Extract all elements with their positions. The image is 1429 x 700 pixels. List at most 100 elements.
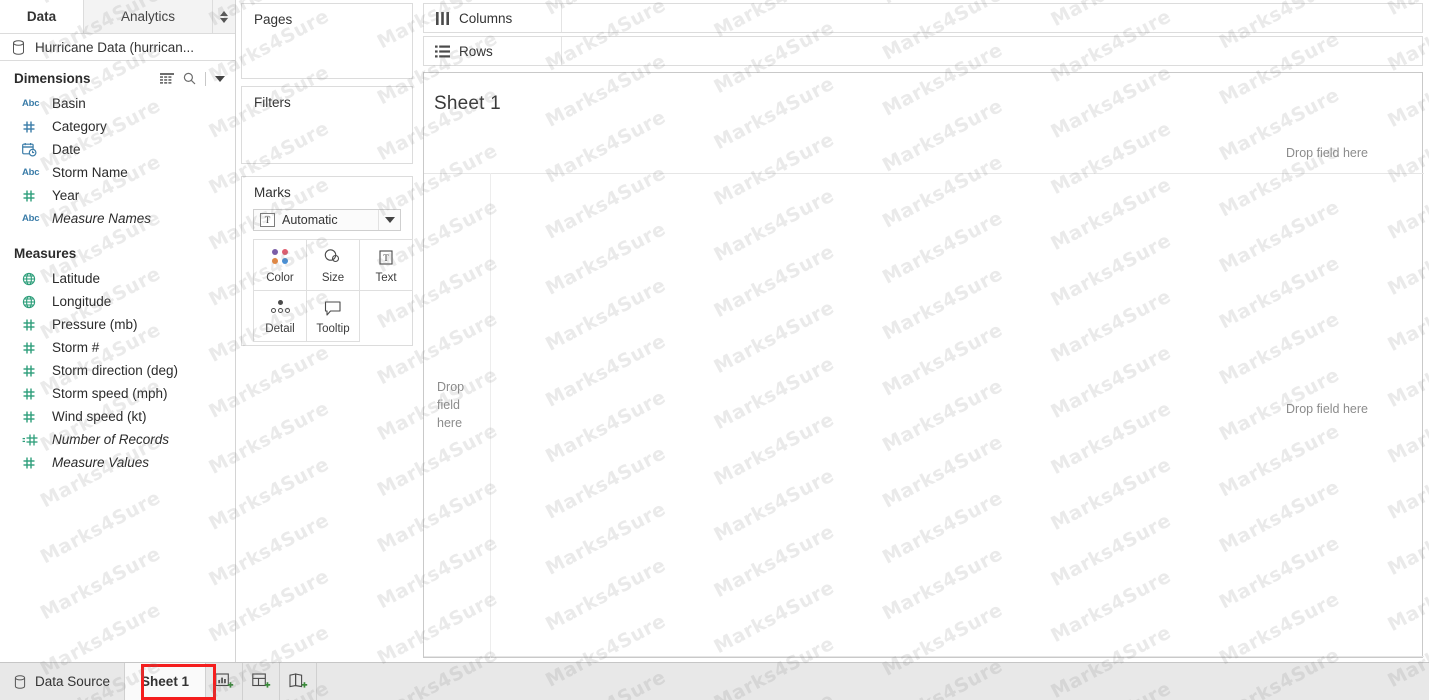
chevron-down-icon [220, 18, 228, 23]
dimensions-field-list: Abc Basin Category [0, 92, 235, 230]
measures-header: Measures [0, 240, 235, 267]
field-row[interactable]: Year [0, 184, 235, 207]
columns-label-text: Columns [459, 11, 512, 26]
dimensions-title: Dimensions [14, 71, 91, 86]
sheet-tab-label: Sheet 1 [141, 674, 189, 689]
field-label: Storm speed (mph) [52, 386, 168, 401]
database-icon [12, 40, 25, 55]
field-row[interactable]: Storm # [0, 336, 235, 359]
marks-color-button[interactable]: Color [253, 239, 307, 291]
field-row[interactable]: Abc Measure Names [0, 207, 235, 230]
chevron-up-icon [220, 11, 228, 16]
field-row[interactable]: Longitude [0, 290, 235, 313]
marks-button-label: Text [375, 272, 396, 284]
vertical-gridline [490, 173, 491, 658]
dimensions-header: Dimensions [0, 65, 235, 92]
abc-icon: Abc [22, 213, 44, 224]
field-label: Wind speed (kt) [52, 409, 147, 424]
horizontal-gridline [424, 173, 1424, 174]
drop-field-here-left[interactable]: Drop field here [437, 378, 479, 432]
rows-shelf[interactable]: Rows [423, 36, 1423, 66]
pages-card[interactable]: Pages [241, 3, 413, 79]
data-pane-resize-handle[interactable] [213, 0, 235, 33]
field-row[interactable]: Storm speed (mph) [0, 382, 235, 405]
field-row[interactable]: Latitude [0, 267, 235, 290]
detail-icon [269, 298, 291, 319]
abc-icon: Abc [22, 167, 44, 178]
mark-type-dropdown[interactable]: T Automatic [253, 209, 401, 231]
data-pane: Data Analytics Hurricane Data (hurrican.… [0, 0, 236, 662]
field-row[interactable]: Pressure (mb) [0, 313, 235, 336]
pages-card-title: Pages [242, 4, 412, 27]
tab-analytics[interactable]: Analytics [84, 0, 213, 33]
globe-icon [22, 272, 44, 286]
field-label: Category [52, 119, 107, 134]
field-row[interactable]: Measure Values [0, 451, 235, 474]
tooltip-icon [323, 298, 343, 319]
field-label: Storm Name [52, 165, 128, 180]
columns-drop-zone[interactable] [562, 4, 1422, 32]
number-icon-green [22, 341, 44, 355]
field-row[interactable]: Date [0, 138, 235, 161]
size-icon [323, 247, 343, 268]
marks-text-button[interactable]: T Text [359, 239, 413, 291]
new-story-button[interactable] [280, 663, 317, 700]
dropdown-caret-icon[interactable] [215, 76, 225, 82]
filters-card[interactable]: Filters [241, 86, 413, 164]
search-icon[interactable] [183, 72, 196, 85]
field-row[interactable]: Number of Records [0, 428, 235, 451]
field-row[interactable]: Wind speed (kt) [0, 405, 235, 428]
field-label: Measure Values [52, 455, 149, 470]
data-pane-tabs: Data Analytics [0, 0, 235, 34]
data-source-tab[interactable]: Data Source [0, 663, 125, 700]
field-row[interactable]: Category [0, 115, 235, 138]
field-row[interactable]: Abc Basin [0, 92, 235, 115]
text-mark-icon: T [260, 213, 275, 227]
worksheet-canvas[interactable]: Sheet 1 Drop field here Drop field here … [423, 72, 1423, 658]
number-icon-green [22, 364, 44, 378]
date-time-icon [22, 142, 44, 157]
grid-view-icon[interactable] [160, 73, 174, 84]
chevron-down-icon[interactable] [378, 210, 400, 230]
datasource-row[interactable]: Hurricane Data (hurrican... [0, 34, 235, 61]
rows-drop-zone[interactable] [562, 37, 1422, 65]
marks-card: Marks T Automatic Color [241, 176, 413, 346]
field-label: Year [52, 188, 79, 203]
field-label: Latitude [52, 271, 100, 286]
text-icon: T [377, 247, 395, 268]
marks-tooltip-button[interactable]: Tooltip [306, 290, 360, 342]
new-dashboard-button[interactable] [243, 663, 280, 700]
field-label: Storm direction (deg) [52, 363, 178, 378]
number-icon-green [22, 189, 44, 203]
marks-button-label: Size [322, 272, 344, 284]
marks-buttons: Color Size T [253, 239, 415, 341]
tableau-worksheet-window: Data Analytics Hurricane Data (hurrican.… [0, 0, 1429, 700]
abc-icon: Abc [22, 98, 44, 109]
bottom-status-bar: Data Source Sheet 1 [0, 662, 1429, 700]
rows-label-text: Rows [459, 44, 493, 59]
globe-icon [22, 295, 44, 309]
marks-detail-button[interactable]: Detail [253, 290, 307, 342]
field-label: Pressure (mb) [52, 317, 138, 332]
number-icon [22, 120, 44, 134]
database-icon [14, 675, 26, 689]
calculated-number-icon [22, 433, 44, 447]
new-worksheet-button[interactable] [206, 663, 243, 700]
datasource-name: Hurricane Data (hurrican... [35, 40, 194, 55]
divider [205, 72, 206, 86]
columns-shelf[interactable]: Columns [423, 3, 1423, 33]
filters-card-title: Filters [242, 87, 412, 110]
drop-field-here-middle[interactable]: Drop field here [1286, 402, 1368, 416]
tab-data[interactable]: Data [0, 0, 84, 33]
sheet-tab-sheet-1[interactable]: Sheet 1 [125, 663, 206, 700]
marks-button-label: Tooltip [316, 323, 349, 335]
marks-size-button[interactable]: Size [306, 239, 360, 291]
measures-field-list: Latitude Longitude Pressure (mb) [0, 267, 235, 474]
marks-card-title: Marks [242, 177, 412, 200]
mark-type-value: Automatic [282, 213, 378, 227]
field-label: Basin [52, 96, 86, 111]
field-row[interactable]: Abc Storm Name [0, 161, 235, 184]
field-row[interactable]: Storm direction (deg) [0, 359, 235, 382]
drop-field-here-top[interactable]: Drop field here [1286, 146, 1368, 160]
new-worksheet-icon [215, 673, 234, 690]
